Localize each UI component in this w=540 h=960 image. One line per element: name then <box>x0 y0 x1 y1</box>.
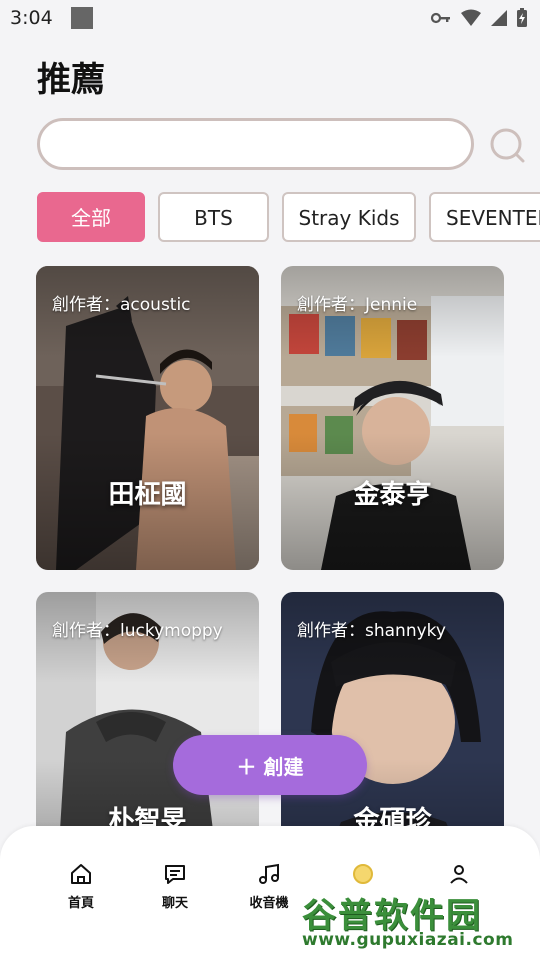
vpn-key-icon <box>430 12 450 24</box>
filter-chip-stray-kids[interactable]: Stray Kids <box>282 192 416 242</box>
signal-icon <box>491 10 507 26</box>
filter-chip-seventeen[interactable]: SEVENTEEN <box>429 192 540 242</box>
music-icon <box>259 863 279 884</box>
watermark: 谷普软件园 www.gupuxiazai.com <box>296 886 540 956</box>
card-author: 創作者：luckymoppy <box>52 621 223 641</box>
status-icons <box>430 8 528 28</box>
search-button[interactable] <box>487 126 527 166</box>
card-name: 朴智旻 <box>108 806 187 826</box>
notification-icon <box>70 7 93 29</box>
card-author: 創作者：acoustic <box>52 295 191 315</box>
battery-charging-icon <box>517 8 527 27</box>
card-name: 田柾國 <box>108 480 187 510</box>
nav-home[interactable]: 首頁 <box>46 862 116 911</box>
profile-icon <box>450 865 468 884</box>
character-card[interactable]: 創作者：Jennie 金泰亨 <box>281 266 504 570</box>
nav-home-label: 首頁 <box>67 896 94 911</box>
watermark-url: www.gupuxiazai.com <box>302 930 514 950</box>
character-card[interactable]: 創作者：acoustic 田柾國 <box>36 266 259 570</box>
search-icon <box>490 128 525 163</box>
search-input[interactable] <box>37 118 474 170</box>
coin-icon <box>353 864 373 884</box>
filter-chip-all[interactable]: 全部 <box>37 192 145 242</box>
nav-chat-label: 聊天 <box>161 896 188 911</box>
card-name: 金碩珍 <box>353 806 432 826</box>
card-author: 創作者：Jennie <box>297 295 418 315</box>
filter-chip-bts[interactable]: BTS <box>158 192 269 242</box>
status-bar: 3:04 <box>0 0 540 36</box>
category-filter-bar: 全部 BTS Stray Kids SEVENTEEN <box>37 192 540 244</box>
nav-radio-label: 收音機 <box>249 896 289 911</box>
status-time: 3:04 <box>10 7 53 29</box>
page-title: 推薦 <box>37 60 105 100</box>
create-button[interactable]: ＋ 創建 <box>173 735 367 795</box>
card-author: 創作者：shannyky <box>297 621 446 641</box>
wifi-icon <box>461 9 481 26</box>
card-name: 金泰亨 <box>353 480 432 510</box>
chat-icon <box>165 865 185 884</box>
nav-radio[interactable]: 收音機 <box>234 862 304 911</box>
nav-chat[interactable]: 聊天 <box>140 862 210 911</box>
create-button-label: ＋ 創建 <box>236 754 304 779</box>
home-icon <box>71 864 91 884</box>
